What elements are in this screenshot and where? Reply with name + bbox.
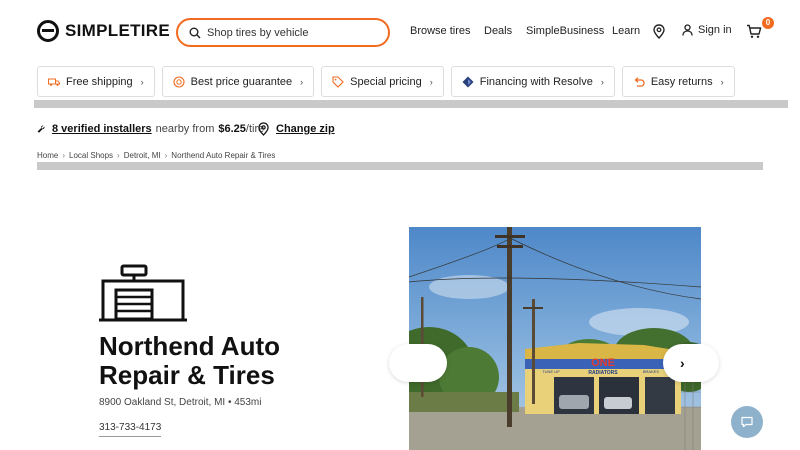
nav-browse-tires[interactable]: Browse tires: [410, 25, 471, 37]
breadcrumb-separator: ›: [62, 151, 66, 160]
carousel-next-button[interactable]: ›: [663, 344, 719, 382]
shop-title: Northend Auto Repair & Tires: [99, 331, 280, 390]
sign-in-link[interactable]: Sign in: [682, 24, 732, 36]
pill-financing[interactable]: Financing with Resolve ›: [450, 66, 615, 97]
change-zip-link[interactable]: Change zip: [258, 122, 335, 136]
chat-icon: [741, 416, 753, 428]
garage-icon: [99, 264, 187, 322]
cart-icon[interactable]: [746, 24, 762, 39]
shop-phone-link[interactable]: 313-733-4173: [99, 422, 162, 437]
truck-icon: [48, 78, 60, 86]
simpletire-logo[interactable]: SIMPLETIRE: [37, 20, 170, 42]
nav-learn[interactable]: Learn: [612, 25, 640, 37]
chevron-right-icon: ›: [429, 76, 433, 87]
location-pin-icon: [258, 122, 269, 136]
search-input[interactable]: [207, 26, 377, 39]
shop-address: 8900 Oakland St, Detroit, MI • 453mi: [99, 397, 262, 408]
pill-label: Easy returns: [650, 75, 713, 88]
badge-icon: [173, 75, 185, 88]
installer-price: $6.25: [218, 123, 246, 135]
chevron-right-icon: ›: [680, 355, 685, 371]
chat-button[interactable]: [731, 406, 763, 438]
breadcrumb-home[interactable]: Home: [37, 151, 58, 160]
return-icon: [634, 76, 645, 87]
placeholder-bar: [37, 162, 763, 170]
shop-sign-subtext: RADIATORS: [588, 370, 618, 376]
cart-count-badge: 0: [762, 17, 774, 29]
installers-summary: 8 verified installers nearby from $6.25 …: [37, 123, 264, 135]
site-header: SIMPLETIRE Browse tires Deals SimpleBusi…: [0, 0, 800, 64]
verified-installers-link[interactable]: 8 verified installers: [52, 123, 152, 135]
carousel-prev-button[interactable]: [389, 344, 447, 382]
breadcrumb-separator: ›: [117, 151, 120, 160]
breadcrumb-city[interactable]: Detroit, MI: [124, 151, 161, 160]
pill-label: Special pricing: [350, 75, 422, 88]
chevron-right-icon: ›: [600, 76, 604, 87]
sign-in-label: Sign in: [698, 24, 732, 36]
shop-sign-text: ONE: [591, 357, 615, 369]
placeholder-bar: [34, 100, 788, 108]
nearby-text: nearby from: [155, 123, 215, 135]
location-pin-icon[interactable]: [653, 24, 665, 39]
shop-sign-right: BRAKES: [643, 369, 660, 374]
wrench-icon: [37, 124, 45, 133]
feature-pills: Free shipping › Best price guarantee › S…: [37, 66, 735, 97]
chevron-right-icon: ›: [720, 76, 724, 87]
logo-text: SIMPLETIRE: [65, 21, 171, 40]
resolve-icon: [462, 76, 474, 87]
breadcrumb: Home › Local Shops › Detroit, MI › North…: [37, 151, 275, 160]
chevron-right-icon: ›: [140, 76, 144, 87]
pill-label: Financing with Resolve: [479, 75, 593, 88]
pill-best-price[interactable]: Best price guarantee ›: [161, 66, 315, 97]
pill-easy-returns[interactable]: Easy returns ›: [621, 66, 735, 97]
change-zip-label: Change zip: [276, 123, 335, 135]
nav-deals[interactable]: Deals: [484, 25, 512, 37]
shop-sign-left: TUNE UP: [542, 369, 560, 374]
pill-label: Free shipping: [66, 75, 133, 88]
user-icon: [682, 24, 693, 36]
search-icon: [189, 27, 201, 38]
logo-mark-icon: [37, 20, 59, 42]
breadcrumb-current: Northend Auto Repair & Tires: [171, 151, 276, 160]
nav-simplebusiness[interactable]: SimpleBusiness: [526, 25, 604, 37]
breadcrumb-separator: ›: [164, 151, 168, 160]
chevron-right-icon: ›: [300, 76, 304, 87]
vehicle-search[interactable]: [176, 18, 390, 47]
pill-special-pricing[interactable]: Special pricing ›: [321, 66, 444, 97]
tag-icon: [332, 75, 344, 88]
pill-free-shipping[interactable]: Free shipping ›: [37, 66, 155, 97]
breadcrumb-local-shops[interactable]: Local Shops: [69, 151, 113, 160]
pill-label: Best price guarantee: [190, 75, 293, 88]
shop-photo: ONE RADIATORS TUNE UP BRAKES: [409, 227, 701, 450]
